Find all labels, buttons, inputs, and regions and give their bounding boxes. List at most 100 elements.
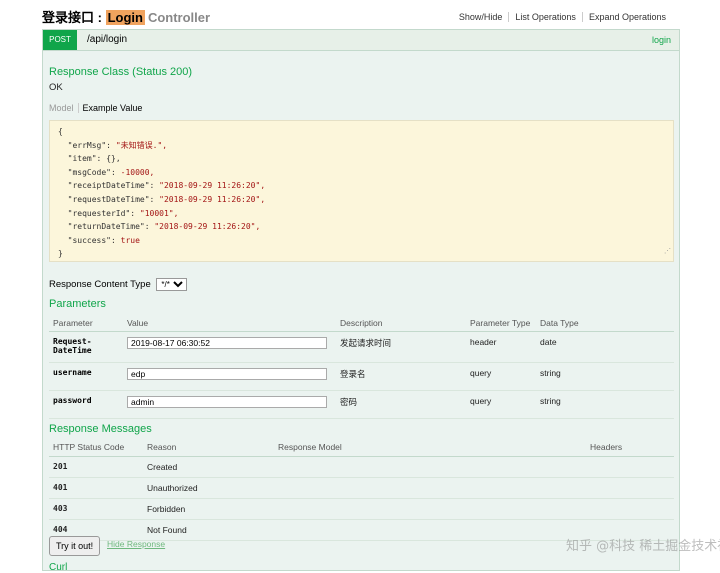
param-description: 登录名	[340, 368, 366, 379]
param-type: query	[470, 367, 492, 378]
example-json-box[interactable]: { "errMsg": "未知错误.", "item": {}, "msgCod…	[49, 120, 674, 262]
resize-handle-icon[interactable]: ⋰	[664, 245, 671, 259]
col-value: Value	[127, 317, 149, 328]
response-model-cell	[278, 456, 590, 477]
status-code: 401	[53, 482, 68, 492]
headers-cell	[590, 456, 674, 477]
json-value: "2018-09-29 11:26:20",	[159, 194, 266, 204]
headers-cell	[590, 477, 674, 498]
json-value: "10001",	[139, 208, 179, 218]
username-input[interactable]	[127, 367, 327, 380]
col-reason: Reason	[147, 442, 177, 453]
param-type: header	[470, 336, 497, 347]
response-model-cell	[278, 519, 590, 540]
http-method-badge: POST	[43, 30, 77, 50]
param-description: 密码	[340, 396, 358, 407]
param-data-type: string	[540, 367, 561, 378]
param-name: username	[53, 367, 92, 377]
status-reason: Created	[147, 461, 178, 472]
response-class-heading: Response Class (Status 200)	[49, 66, 193, 78]
hide-response-link[interactable]: Hide Response	[107, 539, 165, 549]
status-reason: Forbidden	[147, 503, 186, 514]
curl-heading: Curl	[49, 562, 68, 573]
parameters-table: Parameter Value Description Parameter Ty…	[49, 315, 674, 419]
json-value: {},	[106, 154, 121, 164]
json-open-brace: {	[58, 127, 63, 136]
api-header: 登录接口 : Login Controller Show/Hide List Ope…	[0, 0, 720, 30]
tab-example-value[interactable]: Example Value	[79, 103, 143, 113]
param-type: query	[470, 395, 492, 406]
param-row-username: username 登录名 query string	[49, 362, 674, 390]
param-value-cell	[127, 390, 340, 418]
response-messages-heading: Response Messages	[49, 423, 152, 435]
content-type-label: Response Content Type	[49, 279, 151, 291]
watermark: 知乎 @科技 稀土掘金技术社区	[566, 539, 720, 554]
try-it-out-button[interactable]: Try it out!	[49, 536, 101, 556]
json-key: "errMsg"	[67, 140, 107, 150]
response-messages-table: HTTP Status Code Reason Response Model H…	[49, 439, 674, 541]
col-response-model: Response Model	[278, 442, 342, 453]
endpoint-path[interactable]: /api/login	[87, 34, 127, 45]
list-operations-link[interactable]: List Operations	[508, 12, 582, 22]
json-value: "2018-09-29 11:26:20",	[154, 222, 261, 232]
col-http-status-code: HTTP Status Code	[53, 442, 125, 453]
request-datetime-input[interactable]	[127, 336, 327, 349]
parameters-header-row: Parameter Value Description Parameter Ty…	[49, 315, 674, 331]
json-key: "item"	[67, 154, 97, 164]
response-model-cell	[278, 477, 590, 498]
col-description: Description	[340, 317, 383, 328]
json-key: "success"	[67, 235, 111, 245]
param-description: 发起请求时间	[340, 337, 392, 348]
json-key: "receiptDateTime"	[67, 181, 150, 191]
show-hide-link[interactable]: Show/Hide	[453, 12, 509, 22]
json-value: "2018-09-29 11:26:20",	[159, 181, 266, 191]
response-header-row: HTTP Status Code Reason Response Model H…	[49, 439, 674, 456]
param-value-cell	[127, 331, 340, 362]
operation-nickname-link[interactable]: login	[652, 35, 671, 45]
param-row-request-datetime: Request-DateTime 发起请求时间 header date	[49, 331, 674, 362]
response-class-text: OK	[49, 82, 63, 93]
response-row-403: 403 Forbidden	[49, 498, 674, 519]
password-input[interactable]	[127, 395, 327, 408]
status-code: 403	[53, 503, 68, 513]
title-highlight: Login	[105, 10, 145, 25]
operation-panel: POST /api/login login Response Class (St…	[42, 29, 680, 573]
col-data-type: Data Type	[540, 317, 579, 328]
model-tabs: Model Example Value	[49, 103, 142, 113]
col-headers: Headers	[590, 442, 623, 453]
param-value-cell	[127, 362, 340, 390]
json-close-brace: }	[58, 249, 63, 259]
tab-model[interactable]: Model	[49, 103, 79, 113]
response-model-cell	[278, 498, 590, 519]
response-content-type: Response Content Type */*	[49, 278, 188, 291]
col-parameter: Parameter	[53, 317, 93, 328]
status-code: 201	[53, 461, 68, 471]
json-key: "requesterId"	[67, 208, 131, 218]
json-value: true	[120, 235, 140, 245]
param-data-type: string	[540, 395, 561, 406]
json-value: -10000,	[120, 167, 155, 177]
parameters-heading: Parameters	[49, 298, 106, 310]
content-type-select[interactable]: */*	[156, 278, 188, 291]
param-name-line1: Request-	[53, 336, 92, 346]
param-data-type: date	[540, 336, 557, 347]
json-key: "returnDateTime"	[67, 222, 145, 232]
title-prefix: 登录接口 :	[42, 10, 106, 25]
json-key: "msgCode"	[67, 167, 111, 177]
title-suffix: Controller	[147, 10, 211, 25]
controller-ops: Show/Hide List Operations Expand Operation…	[453, 12, 672, 22]
param-name: Request- DateTime	[49, 331, 127, 362]
param-name: password	[53, 395, 92, 405]
expand-operations-link[interactable]: Expand Operations	[581, 12, 672, 22]
col-parameter-type: Parameter Type	[470, 317, 531, 328]
response-row-401: 401 Unauthorized	[49, 477, 674, 498]
param-name-line2: DateTime	[53, 345, 92, 355]
status-reason: Not Found	[147, 524, 187, 535]
json-key: "requestDateTime"	[67, 194, 150, 204]
operation-bar[interactable]: POST /api/login login	[43, 30, 679, 51]
response-row-201: 201 Created	[49, 456, 674, 477]
param-row-password: password 密码 query string	[49, 390, 674, 418]
status-reason: Unauthorized	[147, 482, 198, 493]
controller-title[interactable]: 登录接口 : Login Controller	[42, 7, 210, 26]
json-value: "未知错误.",	[115, 140, 168, 150]
